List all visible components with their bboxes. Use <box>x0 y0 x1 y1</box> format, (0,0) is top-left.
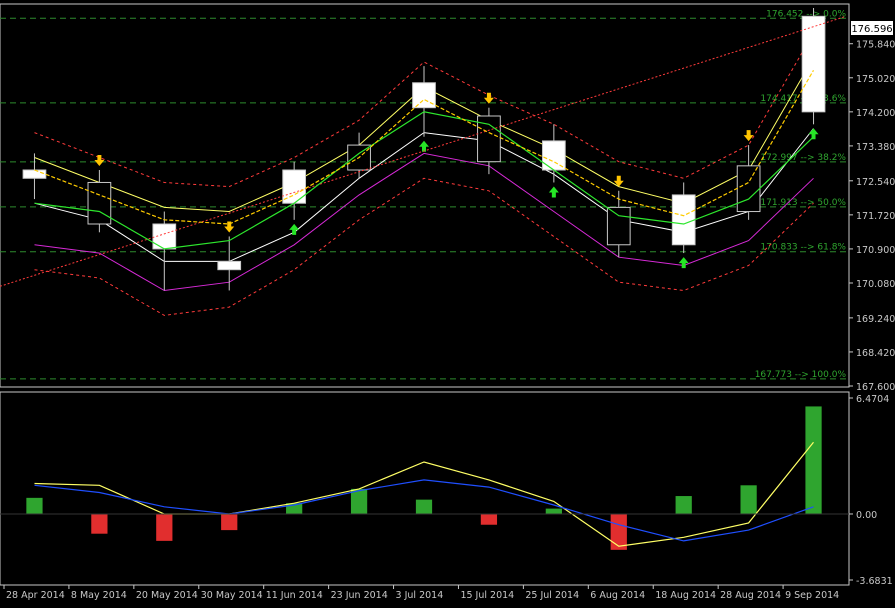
histogram-bar <box>415 499 433 514</box>
indicator-tick-label: -3.6831 <box>856 576 893 587</box>
histogram-bar <box>480 513 498 525</box>
histogram-bar <box>805 406 822 514</box>
candle-body <box>671 194 696 246</box>
price-tick-label: 170.900 <box>856 245 895 256</box>
time-tick-label: 30 May 2014 <box>201 590 263 601</box>
time-tick-label: 6 Aug 2014 <box>590 590 645 601</box>
histogram-bar <box>610 513 627 550</box>
time-tick-label: 28 Aug 2014 <box>720 590 781 601</box>
indicator-tick-label: 0.00 <box>856 510 877 521</box>
indicator-tick-label: 6.4704 <box>856 394 889 405</box>
time-tick-label: 18 Aug 2014 <box>655 590 716 601</box>
price-tick-label: 170.080 <box>856 279 895 290</box>
time-tick-label: 8 May 2014 <box>71 590 127 601</box>
current-price-text: 176.596 <box>851 24 892 35</box>
price-tick-label: 169.240 <box>856 314 895 325</box>
fib-label: 170.833 --> 61.8% <box>760 243 846 253</box>
price-tick-label: 173.380 <box>856 142 895 153</box>
price-tick-label: 171.720 <box>856 211 895 222</box>
price-tick-label: 174.200 <box>856 108 895 119</box>
price-axis: 175.840 175.020 174.200 173.380 172.540 171.7… <box>849 40 895 393</box>
price-tick-label: 175.840 <box>856 40 895 51</box>
time-tick-label: 11 Jun 2014 <box>266 590 323 601</box>
chart-window: 176.452 --> 0.0%174.417 --> 23.6%172.997… <box>0 0 895 604</box>
time-tick-label: 23 Jun 2014 <box>331 590 388 601</box>
histogram-bar <box>91 513 108 534</box>
histogram-bar <box>221 513 238 531</box>
time-tick-label: 28 Apr 2014 <box>6 590 65 601</box>
current-price-label: 176.596 <box>851 21 893 35</box>
histogram-bar <box>675 496 692 514</box>
candle-body <box>736 165 761 213</box>
histogram-bar <box>156 513 173 541</box>
candle-body <box>217 260 242 271</box>
time-tick-label: 9 Sep 2014 <box>785 590 839 601</box>
histogram-bar <box>740 485 757 514</box>
price-tick-label: 172.540 <box>856 177 895 188</box>
time-axis: 28 Apr 2014 8 May 2014 20 May 2014 30 May 2… <box>3 585 839 601</box>
fib-label: 171.913 --> 50.0% <box>760 198 846 208</box>
candle-body <box>87 181 112 225</box>
indicator-panel-frame <box>0 391 850 586</box>
candle-body <box>606 206 631 246</box>
fib-label: 167.773 --> 100.0% <box>755 370 847 380</box>
time-tick-label: 20 May 2014 <box>136 590 198 601</box>
price-tick-label: 167.600 <box>856 382 895 393</box>
time-tick-label: 15 Jul 2014 <box>460 590 514 601</box>
price-tick-label: 175.020 <box>856 74 895 85</box>
fib-label: 172.997 --> 38.2% <box>760 153 846 163</box>
time-tick-label: 3 Jul 2014 <box>396 590 444 601</box>
price-tick-label: 168.420 <box>856 348 895 359</box>
histogram-bar <box>350 488 368 514</box>
histogram-bar <box>26 497 43 514</box>
histogram-bar <box>545 508 562 514</box>
candle-body <box>22 169 47 179</box>
price-panel-frame <box>0 3 850 388</box>
indicator-panel: 6.4704 0.00 -3.6831 <box>0 391 893 587</box>
price-panel: 176.452 --> 0.0%174.417 --> 23.6%172.997… <box>0 3 895 393</box>
chart-canvas: 176.452 --> 0.0%174.417 --> 23.6%172.997… <box>0 3 895 601</box>
candle-body <box>801 15 826 113</box>
time-tick-label: 25 Jul 2014 <box>525 590 579 601</box>
